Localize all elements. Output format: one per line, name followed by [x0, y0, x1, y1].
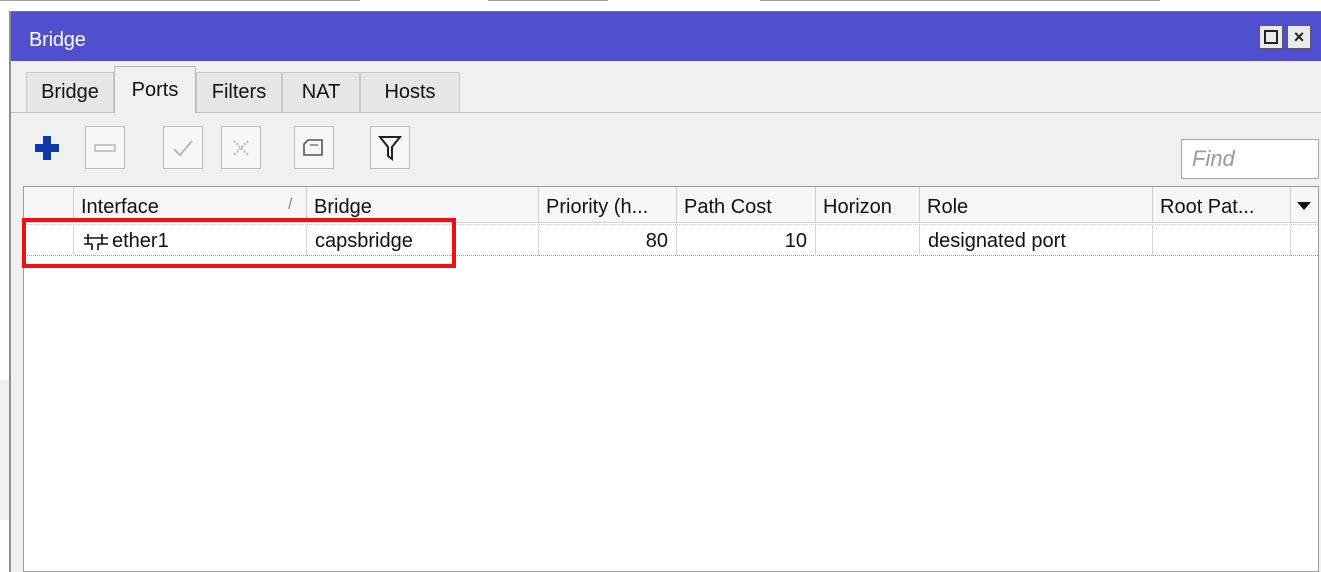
tab-label: Ports — [131, 78, 179, 101]
restore-button[interactable] — [1259, 25, 1283, 49]
funnel-icon — [378, 135, 402, 161]
tab-bar: Bridge Ports Filters NAT Hosts — [11, 61, 1321, 113]
sort-indicator: / — [288, 196, 293, 213]
find-input[interactable] — [1181, 139, 1319, 179]
background-line — [0, 0, 360, 1]
column-header-interface[interactable]: Interface — [74, 187, 307, 223]
column-label: Bridge — [314, 196, 372, 218]
bridge-name: capsbridge — [315, 230, 413, 252]
column-header-root-path-cost[interactable]: Root Pat... — [1153, 187, 1291, 223]
cell-interface: ether1 — [74, 225, 307, 256]
ports-table: Interface / Bridge Priority (h... Path C… — [23, 186, 1319, 572]
bridge-window: Bridge × Bridge Ports Filters NAT Hosts — [9, 11, 1321, 572]
add-button[interactable] — [27, 126, 67, 169]
tab-label: Bridge — [41, 81, 99, 103]
cell-root-path-cost — [1153, 225, 1291, 256]
remove-button[interactable] — [85, 126, 125, 169]
cell-role: designated port — [920, 225, 1153, 256]
background-app-strip — [0, 0, 1321, 10]
path-cost-value: 10 — [784, 230, 807, 252]
title-bar[interactable]: Bridge × — [11, 11, 1321, 61]
column-menu-chevron-down-icon[interactable] — [1294, 196, 1314, 216]
interface-name: ether1 — [112, 230, 169, 252]
column-label: Horizon — [823, 196, 892, 218]
minus-icon — [94, 143, 116, 152]
cell-bridge: capsbridge — [307, 225, 539, 256]
background-line — [760, 0, 1160, 1]
priority-value: 80 — [645, 230, 668, 252]
tab-filters[interactable]: Filters — [196, 72, 282, 112]
column-header-flags[interactable] — [24, 187, 74, 223]
tab-hosts[interactable]: Hosts — [360, 72, 460, 112]
column-header-horizon[interactable]: Horizon — [816, 187, 920, 223]
tab-bridge[interactable]: Bridge — [26, 72, 114, 112]
enable-button[interactable] — [163, 126, 203, 169]
window-title: Bridge — [29, 29, 86, 51]
column-label: Priority (h... — [546, 196, 649, 218]
table-row[interactable]: ether1 capsbridge 80 10 designated port — [24, 224, 1318, 256]
tab-label: Hosts — [384, 81, 436, 103]
toolbar — [11, 113, 1321, 189]
tab-label: NAT — [301, 81, 341, 103]
column-header-priority[interactable]: Priority (h... — [539, 187, 677, 223]
column-label: Path Cost — [684, 196, 772, 218]
role-value: designated port — [928, 230, 1066, 252]
column-header-role[interactable]: Role — [920, 187, 1153, 223]
cell-horizon — [816, 225, 920, 256]
table-header: Interface / Bridge Priority (h... Path C… — [24, 187, 1318, 223]
x-icon — [233, 139, 249, 156]
column-label: Role — [927, 196, 969, 218]
ethernet-port-icon — [84, 234, 108, 250]
plus-icon — [35, 135, 59, 160]
cell-priority: 80 — [539, 225, 677, 256]
tab-label: Filters — [211, 81, 267, 103]
filter-button[interactable] — [370, 126, 410, 169]
tab-ports[interactable]: Ports — [114, 66, 196, 113]
cell-path-cost: 10 — [677, 225, 816, 256]
close-button[interactable]: × — [1287, 25, 1311, 49]
comment-button[interactable] — [294, 126, 334, 169]
restore-icon — [1264, 30, 1278, 44]
close-icon: × — [1293, 26, 1305, 47]
comment-icon — [303, 138, 323, 156]
disable-button[interactable] — [221, 126, 261, 169]
column-header-path-cost[interactable]: Path Cost — [677, 187, 816, 223]
tab-nat[interactable]: NAT — [282, 72, 360, 112]
check-icon — [173, 139, 193, 156]
column-header-bridge[interactable]: Bridge — [307, 187, 539, 223]
cell-flags — [24, 225, 74, 256]
column-label: Root Pat... — [1160, 196, 1255, 218]
background-line — [488, 0, 608, 1]
column-label: Interface — [81, 196, 159, 218]
